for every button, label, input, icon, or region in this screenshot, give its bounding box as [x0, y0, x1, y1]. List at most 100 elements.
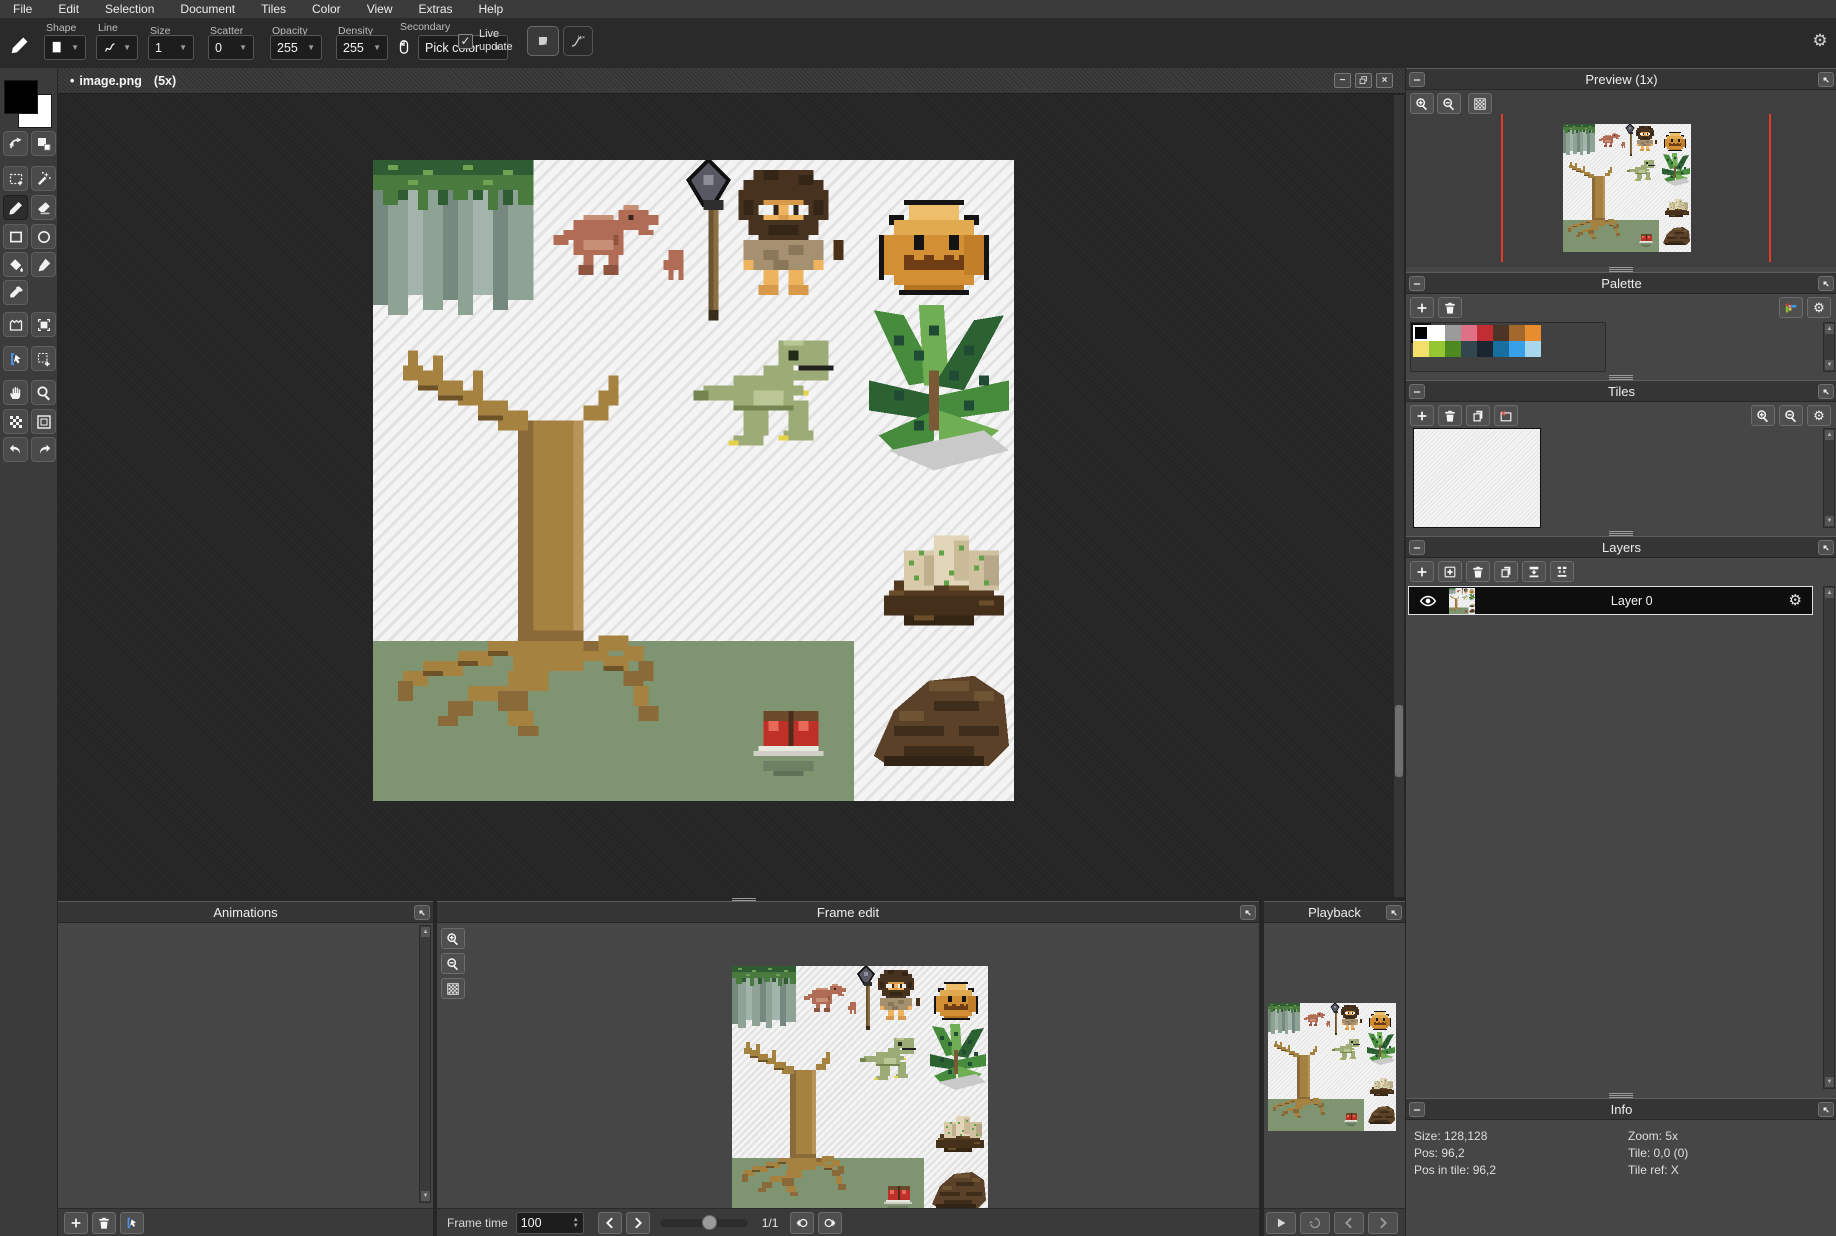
duplicate-layer-button[interactable] — [1494, 561, 1518, 582]
tool-ellipse[interactable] — [31, 224, 56, 249]
frame-zoom-in-button[interactable] — [441, 928, 465, 949]
tiles-zoom-in-button[interactable] — [1751, 405, 1775, 426]
frame-thumbnail[interactable] — [732, 966, 988, 1222]
tool-eraser[interactable] — [31, 195, 56, 220]
duplicate-tile-button[interactable] — [1466, 405, 1490, 426]
loop-button[interactable] — [1300, 1212, 1330, 1234]
tool-default-colors[interactable] — [31, 131, 56, 156]
frame-time-spinner[interactable]: 100 ▲▼ — [516, 1212, 584, 1234]
popout-button[interactable] — [1240, 905, 1256, 920]
palette-swatch-6[interactable] — [1509, 325, 1525, 341]
settings-button[interactable]: ⚙ — [1808, 28, 1832, 52]
tool-move-selection[interactable] — [3, 346, 28, 371]
popout-button[interactable] — [1818, 384, 1834, 399]
popout-button[interactable] — [1818, 1102, 1834, 1117]
tool-pen[interactable] — [31, 252, 56, 277]
delete-color-button[interactable] — [1438, 297, 1462, 318]
minimize-button[interactable]: − — [1334, 73, 1351, 88]
menu-color[interactable]: Color — [299, 0, 354, 19]
delete-layer-button[interactable] — [1466, 561, 1490, 582]
add-tile-button[interactable] — [1410, 405, 1434, 426]
add-group-button[interactable] — [1438, 561, 1462, 582]
animations-scrollbar[interactable]: ▲ ▼ — [419, 925, 431, 1203]
palette-swatch-9[interactable] — [1429, 341, 1445, 357]
tool-rect-select[interactable] — [3, 166, 28, 191]
line-dropdown[interactable]: ▼ — [96, 35, 138, 60]
palette-swatch-13[interactable] — [1493, 341, 1509, 357]
tool-tile-stamp[interactable] — [3, 312, 28, 337]
opacity-dropdown[interactable]: 255 ▼ — [270, 35, 322, 60]
tool-swap-colors[interactable] — [3, 131, 28, 156]
canvas[interactable] — [373, 160, 1014, 801]
add-animation-button[interactable] — [64, 1212, 88, 1234]
select-animation-button[interactable] — [120, 1212, 144, 1234]
popout-button[interactable] — [1386, 905, 1402, 920]
collapse-button[interactable] — [1409, 540, 1425, 555]
palette-swatch-11[interactable] — [1461, 341, 1477, 357]
scroll-down-icon[interactable]: ▼ — [1825, 360, 1834, 370]
tool-redo[interactable] — [31, 437, 56, 462]
layer-row[interactable]: Layer 0 ⚙ — [1408, 586, 1813, 615]
palette-presets-button[interactable] — [1779, 297, 1803, 318]
palette-swatch-8[interactable] — [1413, 341, 1429, 357]
collapse-button[interactable] — [1409, 1102, 1425, 1117]
collapse-button[interactable] — [1409, 384, 1425, 399]
previous-frame-button[interactable] — [598, 1212, 622, 1234]
collapse-button[interactable] — [1409, 72, 1425, 87]
scroll-up-icon[interactable]: ▲ — [1825, 324, 1834, 334]
menu-help[interactable]: Help — [466, 0, 517, 19]
collapse-button[interactable] — [1409, 276, 1425, 291]
palette-swatch-7[interactable] — [1525, 325, 1541, 341]
layers-scrollbar[interactable]: ▲ ▼ — [1823, 586, 1835, 1089]
palette-settings-button[interactable]: ⚙ — [1807, 297, 1831, 318]
tile-item[interactable] — [1413, 428, 1541, 528]
next-frame-button[interactable] — [626, 1212, 650, 1234]
previous-frame-button[interactable] — [1334, 1212, 1364, 1234]
palette-swatch-3[interactable] — [1461, 325, 1477, 341]
popout-button[interactable] — [1818, 540, 1834, 555]
next-frame-button[interactable] — [1368, 1212, 1398, 1234]
onion-skin-prev-button[interactable] — [790, 1212, 814, 1234]
palette-swatch-2[interactable] — [1445, 325, 1461, 341]
palette-swatch-4[interactable] — [1477, 325, 1493, 341]
menu-file[interactable]: File — [0, 0, 45, 19]
clear-tile-button[interactable] — [1494, 405, 1518, 426]
menu-extras[interactable]: Extras — [405, 0, 465, 19]
frame-zoom-out-button[interactable] — [441, 953, 465, 974]
canvas-vertical-scrollbar[interactable] — [1394, 95, 1404, 897]
palette-swatch-15[interactable] — [1525, 341, 1541, 357]
popout-button[interactable] — [1818, 72, 1834, 87]
add-color-button[interactable] — [1410, 297, 1434, 318]
scatter-dropdown[interactable]: 0 ▼ — [208, 35, 254, 60]
scroll-down-icon[interactable]: ▼ — [1825, 516, 1834, 526]
preview-zoom-in-button[interactable] — [1410, 93, 1434, 114]
menu-document[interactable]: Document — [167, 0, 248, 19]
palette-swatch-14[interactable] — [1509, 341, 1525, 357]
merge-visible-button[interactable] — [1550, 561, 1574, 582]
corner-shape-button[interactable] — [527, 26, 559, 56]
document-titlebar[interactable]: • image.png (5x) − × — [58, 68, 1405, 94]
restore-button[interactable] — [1355, 73, 1372, 88]
scroll-up-icon[interactable]: ▲ — [1825, 430, 1834, 440]
tool-eyedropper[interactable] — [3, 280, 28, 305]
eye-icon[interactable] — [1419, 592, 1437, 610]
size-dropdown[interactable]: 1 ▼ — [148, 35, 194, 60]
slider-knob[interactable] — [702, 1215, 717, 1230]
delete-animation-button[interactable] — [92, 1212, 116, 1234]
tiles-zoom-out-button[interactable] — [1779, 405, 1803, 426]
scroll-down-icon[interactable]: ▼ — [1825, 1077, 1834, 1087]
popout-button[interactable] — [414, 905, 430, 920]
scrollbar-thumb[interactable] — [1395, 705, 1403, 777]
pixel-perfect-button[interactable] — [563, 26, 593, 56]
palette-scrollbar[interactable]: ▲ ▼ — [1823, 322, 1835, 372]
shape-dropdown[interactable]: ▼ — [44, 35, 86, 60]
tool-tile-select[interactable] — [31, 312, 56, 337]
tool-fill-bucket[interactable] — [3, 252, 28, 277]
menu-selection[interactable]: Selection — [92, 0, 167, 19]
add-layer-button[interactable] — [1410, 561, 1434, 582]
palette-swatch-0[interactable] — [1413, 325, 1429, 341]
scroll-up-icon[interactable]: ▲ — [1825, 588, 1834, 598]
scroll-up-icon[interactable]: ▲ — [421, 927, 430, 937]
tool-border[interactable] — [31, 409, 56, 434]
scroll-down-icon[interactable]: ▼ — [421, 1191, 430, 1201]
